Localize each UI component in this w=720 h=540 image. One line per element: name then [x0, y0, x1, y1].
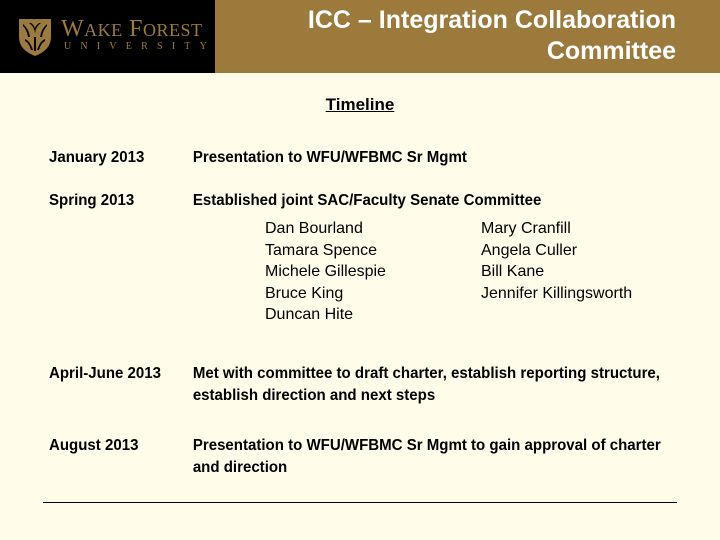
member-name: Tamara Spence [265, 241, 378, 259]
header-bar: WAKE FOREST UNIVERSITY ICC – Integration… [0, 0, 720, 73]
timeline-date: Spring 2013 [49, 192, 135, 209]
footer-divider [43, 502, 677, 503]
member-name: Angela Culler [481, 241, 578, 259]
timeline-description: Established joint SAC/Faculty Senate Com… [192, 192, 542, 209]
title-line-1: ICC – Integration Collaboration [307, 6, 676, 34]
member-name: Dan Bourland [265, 220, 363, 237]
timeline-date: January 2013 [49, 149, 145, 166]
member-name: Bill Kane [481, 263, 545, 280]
section-subtitle: Timeline [325, 95, 395, 114]
page-title: ICC – Integration Collaboration Committe… [308, 5, 676, 67]
title-line-2: Committee [546, 37, 676, 65]
committee-members-column-2: Mary Cranfill Angela Culler Bill Kane Je… [481, 218, 632, 304]
logo-wordmark: WAKE FOREST [61, 16, 203, 42]
committee-members-column-1: Dan Bourland Tamara Spence Michele Gille… [265, 218, 386, 326]
member-name: Jennifer Killingsworth [481, 284, 633, 302]
member-name: Bruce King [265, 284, 344, 302]
timeline-description: Met with committee to draft charter, est… [192, 365, 660, 404]
member-name: Mary Cranfill [481, 220, 571, 237]
logo-subtext: UNIVERSITY [64, 41, 216, 52]
timeline-date: August 2013 [49, 437, 139, 454]
timeline-description: Presentation to WFU/WFBMC Sr Mgmt to gai… [192, 437, 661, 476]
logo: WAKE FOREST UNIVERSITY [0, 0, 215, 73]
member-name: Michele Gillespie [265, 263, 386, 280]
timeline-description: Presentation to WFU/WFBMC Sr Mgmt [192, 149, 467, 166]
shield-icon [19, 19, 51, 56]
timeline-date: April-June 2013 [49, 365, 162, 382]
member-name: Duncan Hite [265, 306, 354, 323]
